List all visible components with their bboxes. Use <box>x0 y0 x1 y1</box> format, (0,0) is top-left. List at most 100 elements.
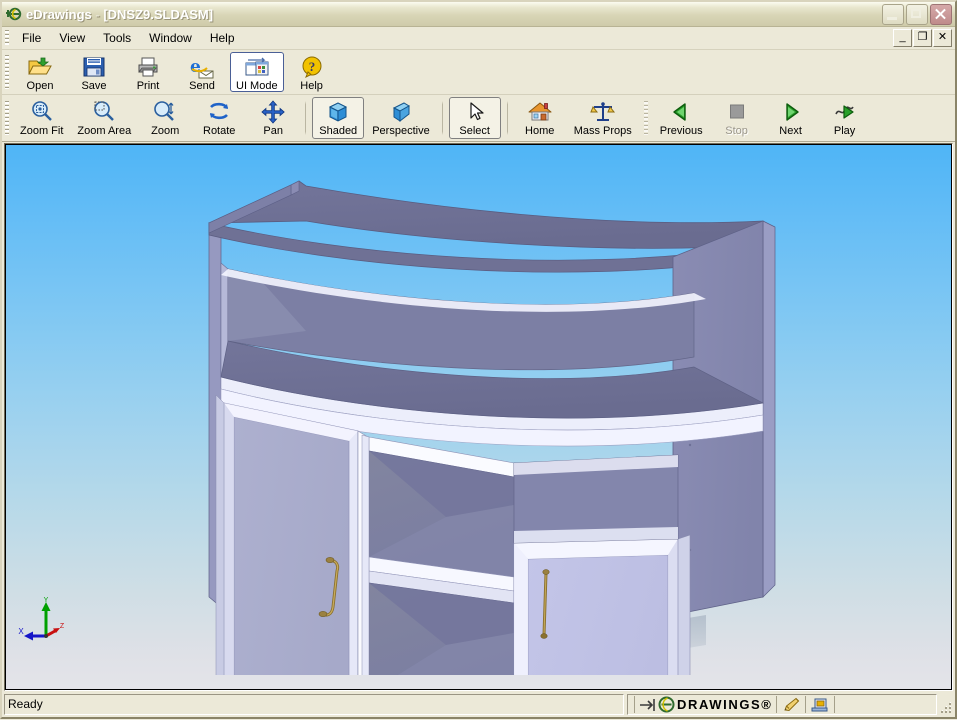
send-button[interactable]: e Send <box>176 52 228 92</box>
window-app-name: eDrawings <box>26 6 92 22</box>
viewport-frame: Y X Z <box>4 143 953 691</box>
zoom-fit-icon <box>29 100 55 124</box>
brand-separator-3 <box>805 696 807 713</box>
mdi-window-controls: _ ❐ ✕ <box>893 29 952 47</box>
toolbar-separator-1 <box>305 101 307 135</box>
main-toolbar-grip[interactable] <box>5 55 9 89</box>
menu-drag-grip[interactable] <box>5 30 9 46</box>
perspective-button-label: Perspective <box>372 125 430 137</box>
model-viewport[interactable]: Y X Z <box>6 145 951 689</box>
menu-file[interactable]: File <box>13 29 50 47</box>
help-button-label: Help <box>300 80 323 92</box>
svg-text:?: ? <box>308 59 315 74</box>
pan-icon <box>260 100 286 124</box>
triad-z-label: Z <box>60 623 65 630</box>
open-button[interactable]: Open <box>14 52 66 92</box>
maximize-icon <box>911 9 921 18</box>
shaded-cube-icon <box>325 100 351 124</box>
play-button-label: Play <box>833 125 856 137</box>
floppy-disk-icon <box>81 55 107 79</box>
status-message: Ready <box>4 694 624 715</box>
brand-text: DRAWINGS® <box>677 697 773 712</box>
edrawings-window: eDrawings - [DNSZ9.SLDASM] File View Too… <box>0 0 957 719</box>
mdi-close-button[interactable]: ✕ <box>933 29 952 47</box>
mass-props-button[interactable]: Mass Props <box>568 97 638 139</box>
pan-button[interactable]: Pan <box>247 97 299 139</box>
open-folder-icon <box>27 55 53 79</box>
view-toolbar: Zoom Fit Zoom Area Zoom Rotate Pan Shade… <box>2 95 955 142</box>
email-send-icon: e <box>189 55 215 79</box>
perspective-button[interactable]: Perspective <box>366 97 435 139</box>
previous-triangle-icon <box>668 100 694 124</box>
brand-separator-1 <box>634 696 635 713</box>
rotate-icon <box>206 100 232 124</box>
brand-e-icon <box>658 696 675 713</box>
open-button-label: Open <box>26 80 54 92</box>
menu-view[interactable]: View <box>50 29 94 47</box>
window-resize-grip[interactable] <box>939 701 953 715</box>
help-button[interactable]: ? Help <box>286 52 338 92</box>
zoom-area-button[interactable]: Zoom Area <box>71 97 137 139</box>
mass-props-button-label: Mass Props <box>573 125 632 137</box>
status-bar: Ready DRAWINGS® <box>2 693 955 717</box>
print-button[interactable]: Print <box>122 52 174 92</box>
window-document-title: [DNSZ9.SLDASM] <box>103 6 214 22</box>
stop-button[interactable]: Stop <box>711 97 763 139</box>
zoom-fit-button[interactable]: Zoom Fit <box>14 97 69 139</box>
toolbar-separator-4 <box>643 101 648 135</box>
save-button[interactable]: Save <box>68 52 120 92</box>
mdi-minimize-icon: _ <box>899 31 906 43</box>
previous-button-label: Previous <box>659 125 703 137</box>
stop-button-label: Stop <box>725 125 748 137</box>
next-button[interactable]: Next <box>765 97 817 139</box>
mdi-minimize-button[interactable]: _ <box>893 29 912 47</box>
zoom-icon <box>152 100 178 124</box>
shaded-button[interactable]: Shaded <box>312 97 365 139</box>
menu-bar: File View Tools Window Help _ ❐ ✕ <box>2 27 955 50</box>
menu-help[interactable]: Help <box>201 29 244 47</box>
zoom-button[interactable]: Zoom <box>139 97 191 139</box>
play-button[interactable]: Play <box>819 97 871 139</box>
brand-separator-2 <box>776 696 778 713</box>
maximize-button[interactable] <box>906 4 928 25</box>
rotate-button-label: Rotate <box>203 125 236 137</box>
view-toolbar-grip[interactable] <box>5 101 9 135</box>
printer-icon <box>135 55 161 79</box>
ui-mode-icon <box>244 55 270 79</box>
zoom-area-icon <box>91 100 117 124</box>
previous-button[interactable]: Previous <box>654 97 709 139</box>
home-icon <box>527 100 553 124</box>
perspective-icon <box>388 100 414 124</box>
rotate-button[interactable]: Rotate <box>193 97 245 139</box>
triad-y-label: Y <box>44 597 49 604</box>
brand-separator-4 <box>834 696 836 713</box>
stamp-icon[interactable] <box>810 696 830 713</box>
scales-icon <box>589 100 616 124</box>
minimize-button[interactable] <box>882 4 904 25</box>
mdi-restore-button[interactable]: ❐ <box>913 29 932 47</box>
close-button[interactable] <box>930 4 952 25</box>
window-controls <box>882 4 952 25</box>
minimize-icon <box>887 17 897 20</box>
cabinet-model-render <box>208 180 776 675</box>
home-button-label: Home <box>525 125 555 137</box>
next-triangle-icon <box>778 100 804 124</box>
window-title: eDrawings - [DNSZ9.SLDASM] <box>26 7 213 22</box>
ui-mode-button[interactable]: UI Mode <box>230 52 284 92</box>
edrawings-brand-panel: DRAWINGS® <box>627 694 937 715</box>
home-button[interactable]: Home <box>514 97 566 139</box>
zoom-button-label: Zoom <box>151 125 180 137</box>
next-button-label: Next <box>779 125 802 137</box>
svg-text:e: e <box>190 57 201 77</box>
zoom-area-button-label: Zoom Area <box>77 125 132 137</box>
arrow-cursor-icon <box>462 100 488 124</box>
markup-pencil-icon[interactable] <box>781 696 801 713</box>
menu-window[interactable]: Window <box>140 29 201 47</box>
menu-tools[interactable]: Tools <box>94 29 140 47</box>
select-button[interactable]: Select <box>448 97 501 139</box>
title-bar: eDrawings - [DNSZ9.SLDASM] <box>2 2 955 27</box>
toolbar-separator-2 <box>441 101 443 135</box>
axis-triad: Y X Z <box>16 596 76 651</box>
ui-mode-button-label: UI Mode <box>236 80 278 92</box>
stop-square-icon <box>724 100 750 124</box>
